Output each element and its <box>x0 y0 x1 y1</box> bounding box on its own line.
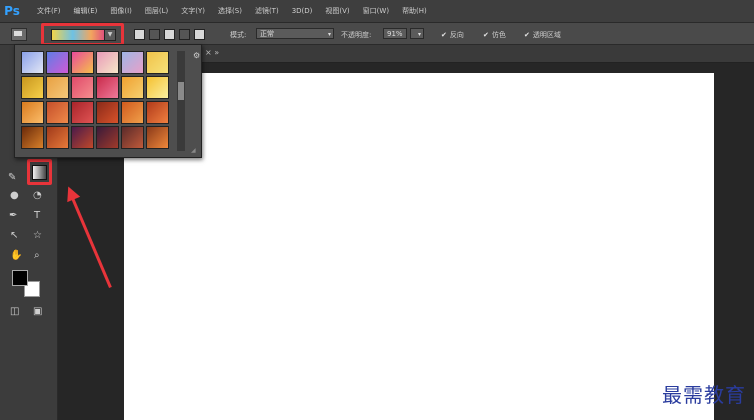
menu-filter[interactable]: 滤镜(T) <box>255 6 279 16</box>
zoom-icon[interactable]: ⌕ <box>34 251 40 261</box>
quick-mask-icon[interactable]: ◫ <box>10 307 19 317</box>
menu-select[interactable]: 选择(S) <box>218 6 242 16</box>
menu-file[interactable]: 文件(F) <box>37 6 61 16</box>
chevron-down-icon: ▾ <box>417 31 421 38</box>
hand-icon[interactable]: ✋ <box>10 251 22 261</box>
menu-help[interactable]: 帮助(H) <box>402 6 427 16</box>
panel-scrollbar[interactable] <box>177 51 185 151</box>
shape-icon[interactable]: ☆ <box>33 231 42 241</box>
options-bar: ▼ 模式: 正常 ▾ 不透明度: 91% ▾ ✔ 反向 ✔ 仿色 ✔ 透明区域 <box>0 23 754 46</box>
gradient-swatch[interactable] <box>96 76 119 99</box>
reverse-label: 反向 <box>449 31 464 39</box>
gradient-swatch[interactable] <box>21 101 44 124</box>
resize-handle-icon[interactable]: ◢ <box>191 147 196 154</box>
type-icon[interactable]: T <box>34 211 40 221</box>
menu-3d[interactable]: 3D(D) <box>292 7 313 15</box>
gradient-swatch[interactable] <box>71 76 94 99</box>
dodge-icon[interactable]: ◔ <box>33 191 42 201</box>
pen-icon[interactable]: ✒ <box>9 211 17 221</box>
angle-gradient-button[interactable] <box>164 29 175 40</box>
gradient-swatch[interactable] <box>21 76 44 99</box>
gradient-swatch[interactable] <box>71 101 94 124</box>
reflected-gradient-button[interactable] <box>179 29 190 40</box>
menu-window[interactable]: 窗口(W) <box>363 6 389 16</box>
dither-label: 仿色 <box>491 31 506 39</box>
opacity-input[interactable]: 91% <box>383 28 407 39</box>
panel-scrollbar-thumb[interactable] <box>178 82 184 100</box>
mode-value: 正常 <box>260 30 274 38</box>
gradient-tool-highlight-box <box>27 159 52 185</box>
check-icon: ✔ <box>441 31 447 39</box>
gradient-swatch[interactable] <box>146 126 169 149</box>
menu-image[interactable]: 图像(I) <box>110 6 132 16</box>
gradient-swatch[interactable] <box>96 101 119 124</box>
menu-view[interactable]: 视图(V) <box>325 6 349 16</box>
mode-select[interactable]: 正常 ▾ <box>256 28 334 39</box>
gradient-swatch[interactable] <box>121 101 144 124</box>
transparency-label: 透明区域 <box>532 31 561 39</box>
canvas[interactable] <box>124 73 714 420</box>
gradient-swatch[interactable] <box>121 126 144 149</box>
check-icon: ✔ <box>524 31 530 39</box>
radial-gradient-button[interactable] <box>149 29 160 40</box>
gradient-highlight-box <box>41 23 124 46</box>
opacity-value: 91% <box>387 30 403 38</box>
close-icon[interactable]: × » <box>205 48 219 57</box>
dither-checkbox[interactable]: ✔ 仿色 <box>483 30 506 40</box>
watermark: 最需教育 <box>662 383 746 407</box>
gradient-swatch[interactable] <box>96 126 119 149</box>
check-icon: ✔ <box>483 31 489 39</box>
menu-layer[interactable]: 图层(L) <box>145 6 168 16</box>
reverse-checkbox[interactable]: ✔ 反向 <box>441 30 464 40</box>
mode-label: 模式: <box>230 31 247 39</box>
gradient-swatch[interactable] <box>46 101 69 124</box>
screen-mode-icon[interactable]: ▣ <box>33 307 42 317</box>
gradient-picker-panel: ⚙ ◢ <box>14 44 202 158</box>
gradient-swatch[interactable] <box>71 126 94 149</box>
gear-icon[interactable]: ⚙ <box>193 51 200 60</box>
path-selection-icon[interactable]: ↖ <box>10 231 18 241</box>
opacity-label: 不透明度: <box>341 31 372 39</box>
gradient-swatch[interactable] <box>121 76 144 99</box>
menu-bar: Ps 文件(F) 编辑(E) 图像(I) 图层(L) 文字(Y) 选择(S) 滤… <box>0 0 754 23</box>
blur-icon[interactable]: ● <box>10 191 19 201</box>
gradient-swatch[interactable] <box>146 51 169 74</box>
chevron-down-icon: ▾ <box>327 31 331 38</box>
tool-preset-picker[interactable] <box>11 28 27 41</box>
gradient-swatch[interactable] <box>21 51 44 74</box>
gradient-swatch[interactable] <box>121 51 144 74</box>
photoshop-logo: Ps <box>4 4 20 18</box>
gradient-swatch[interactable] <box>146 76 169 99</box>
gradient-swatch[interactable] <box>46 126 69 149</box>
eyedropper-icon[interactable]: ✎ <box>8 173 16 183</box>
foreground-color-swatch[interactable] <box>12 270 28 286</box>
menu-edit[interactable]: 编辑(E) <box>74 6 98 16</box>
gradient-swatch[interactable] <box>46 51 69 74</box>
gradient-swatch-grid <box>21 51 171 151</box>
opacity-stepper[interactable]: ▾ <box>410 28 424 39</box>
gradient-swatch[interactable] <box>96 51 119 74</box>
menu-type[interactable]: 文字(Y) <box>181 6 205 16</box>
transparency-checkbox[interactable]: ✔ 透明区域 <box>524 30 561 40</box>
gradient-swatch[interactable] <box>46 76 69 99</box>
diamond-gradient-button[interactable] <box>194 29 205 40</box>
linear-gradient-button[interactable] <box>134 29 145 40</box>
gradient-swatch[interactable] <box>21 126 44 149</box>
gradient-swatch[interactable] <box>71 51 94 74</box>
gradient-swatch[interactable] <box>146 101 169 124</box>
